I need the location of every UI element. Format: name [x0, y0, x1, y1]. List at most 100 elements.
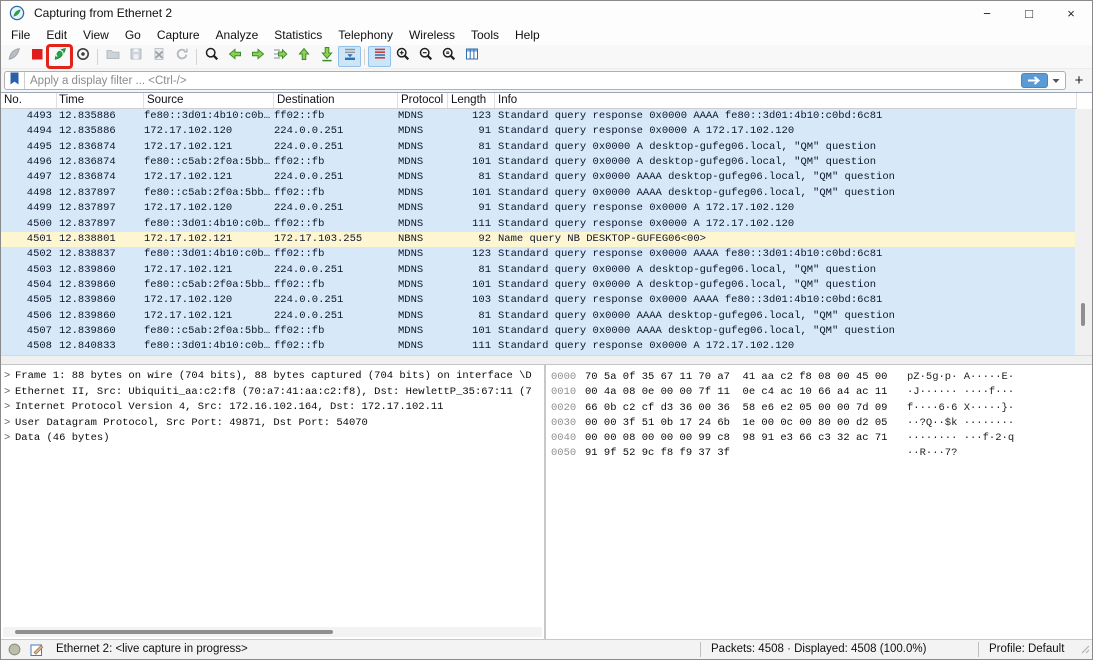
expand-arrow-icon[interactable]: > — [4, 369, 15, 385]
menu-item-go[interactable]: Go — [117, 26, 149, 44]
save-file-button[interactable] — [124, 46, 147, 67]
zoom-reset-button[interactable] — [437, 46, 460, 67]
menu-item-edit[interactable]: Edit — [38, 26, 75, 44]
capture-comment-icon[interactable] — [30, 643, 44, 660]
go-first-packet-button[interactable] — [292, 46, 315, 67]
scrollbar-thumb[interactable] — [1081, 303, 1085, 326]
packet-row[interactable]: 450612.839860172.17.102.121224.0.0.251MD… — [1, 309, 1077, 324]
cell-src: fe80::c5ab:2f0a:5bb… — [144, 324, 274, 339]
packet-row[interactable]: 450312.839860172.17.102.121224.0.0.251MD… — [1, 263, 1077, 278]
packet-row[interactable]: 450812.840833fe80::3d01:4b10:c0b…ff02::f… — [1, 339, 1077, 354]
reload-file-button[interactable] — [170, 46, 193, 67]
packet-row[interactable]: 449912.837897172.17.102.120224.0.0.251MD… — [1, 201, 1077, 216]
packet-row[interactable]: 450712.839860fe80::c5ab:2f0a:5bb…ff02::f… — [1, 324, 1077, 339]
close-button[interactable]: × — [1050, 1, 1092, 25]
packet-list-scrollbar[interactable] — [1075, 109, 1092, 355]
column-header-protocol[interactable]: Protocol — [398, 93, 448, 108]
find-packet-button[interactable] — [200, 46, 223, 67]
detail-line[interactable]: >Ethernet II, Src: Ubiquiti_aa:c2:f8 (70… — [1, 385, 544, 401]
add-filter-button[interactable]: + — [1069, 72, 1089, 89]
zoom-out-button[interactable] — [414, 46, 437, 67]
go-to-packet-button[interactable] — [269, 46, 292, 67]
stop-capture-button[interactable] — [25, 46, 48, 67]
packet-row[interactable]: 450212.838837fe80::3d01:4b10:c0b…ff02::f… — [1, 247, 1077, 262]
packet-row[interactable]: 449712.836874172.17.102.121224.0.0.251MD… — [1, 170, 1077, 185]
expand-arrow-icon[interactable]: > — [4, 416, 15, 432]
packet-row[interactable]: 449412.835886172.17.102.120224.0.0.251MD… — [1, 124, 1077, 139]
resize-columns-button[interactable] — [460, 46, 483, 67]
packet-row[interactable]: 449812.837897fe80::c5ab:2f0a:5bb…ff02::f… — [1, 186, 1077, 201]
expand-arrow-icon[interactable]: > — [4, 400, 15, 416]
detail-line[interactable]: >Frame 1: 88 bytes on wire (704 bits), 8… — [1, 369, 544, 385]
zoom-in-button[interactable] — [391, 46, 414, 67]
menu-item-view[interactable]: View — [75, 26, 117, 44]
cell-proto: MDNS — [398, 309, 448, 324]
expand-arrow-icon[interactable]: > — [4, 431, 15, 447]
hex-ascii: ··R···7? — [907, 447, 957, 459]
menu-item-file[interactable]: File — [3, 26, 38, 44]
menu-item-tools[interactable]: Tools — [463, 26, 507, 44]
menu-item-wireless[interactable]: Wireless — [401, 26, 463, 44]
packet-row[interactable]: 449612.836874fe80::c5ab:2f0a:5bb…ff02::f… — [1, 155, 1077, 170]
display-filter-input[interactable]: Apply a display filter ... <Ctrl-/> — [4, 71, 1066, 90]
column-header-destination[interactable]: Destination — [274, 93, 398, 108]
restart-capture-button[interactable] — [48, 46, 71, 67]
cell-len: 81 — [448, 309, 495, 324]
filter-bookmark-button[interactable] — [5, 72, 25, 89]
menu-item-analyze[interactable]: Analyze — [208, 26, 267, 44]
close-file-button[interactable] — [147, 46, 170, 67]
hex-row[interactable]: 000070 5a 0f 35 67 11 70 a7 41 aa c2 f8 … — [546, 370, 1092, 385]
go-back-button[interactable] — [223, 46, 246, 67]
packet-row[interactable]: 450512.839860172.17.102.120224.0.0.251MD… — [1, 293, 1077, 308]
apply-filter-button[interactable] — [1021, 73, 1048, 88]
menu-item-statistics[interactable]: Statistics — [266, 26, 330, 44]
column-header-no[interactable]: No. — [1, 93, 57, 108]
cell-no: 4499 — [1, 201, 57, 216]
detail-line[interactable]: >User Datagram Protocol, Src Port: 49871… — [1, 416, 544, 432]
open-file-button[interactable] — [101, 46, 124, 67]
filter-dropdown-button[interactable] — [1052, 78, 1060, 84]
packet-row[interactable]: 449512.836874172.17.102.121224.0.0.251MD… — [1, 140, 1077, 155]
hex-row[interactable]: 002066 0b c2 cf d3 36 00 36 58 e6 e2 05 … — [546, 401, 1092, 416]
cell-src: 172.17.102.121 — [144, 232, 274, 247]
hex-row[interactable]: 005091 9f 52 9c f8 f9 37 3f··R···7? — [546, 446, 1092, 461]
details-scrollbar[interactable] — [3, 627, 542, 637]
column-header-source[interactable]: Source — [144, 93, 274, 108]
expert-info-icon[interactable] — [8, 643, 21, 659]
statusbar-separator — [978, 642, 979, 657]
minimize-button[interactable]: − — [966, 1, 1008, 25]
expand-arrow-icon[interactable]: > — [4, 385, 15, 401]
column-header-time[interactable]: Time — [57, 93, 144, 108]
capture-options-button[interactable] — [71, 46, 94, 67]
cell-proto: MDNS — [398, 201, 448, 216]
packet-row[interactable]: 450112.838801172.17.102.121172.17.103.25… — [1, 232, 1077, 247]
go-last-packet-button[interactable] — [315, 46, 338, 67]
auto-scroll-toggle[interactable] — [338, 46, 361, 67]
toolbar-separator — [196, 49, 197, 65]
resize-grip[interactable] — [1081, 645, 1090, 657]
column-header-length[interactable]: Length — [448, 93, 495, 108]
go-forward-button[interactable] — [246, 46, 269, 67]
hex-row[interactable]: 001000 4a 08 0e 00 00 7f 11 0e c4 ac 10 … — [546, 385, 1092, 400]
hex-row[interactable]: 004000 00 08 00 00 00 99 c8 98 91 e3 66 … — [546, 431, 1092, 446]
menu-item-capture[interactable]: Capture — [149, 26, 208, 44]
profile-text[interactable]: Profile: Default — [989, 643, 1064, 655]
title-bar[interactable]: Capturing from Ethernet 2 − □ × — [1, 1, 1092, 25]
menu-item-help[interactable]: Help — [507, 26, 548, 44]
auto-scroll-icon — [342, 46, 358, 67]
hex-row[interactable]: 003000 00 3f 51 0b 17 24 6b 1e 00 0c 00 … — [546, 416, 1092, 431]
packet-row[interactable]: 449312.835886fe80::3d01:4b10:c0b…ff02::f… — [1, 109, 1077, 124]
menu-bar: FileEditViewGoCaptureAnalyzeStatisticsTe… — [1, 25, 1092, 45]
detail-line[interactable]: >Data (46 bytes) — [1, 431, 544, 447]
detail-line[interactable]: >Internet Protocol Version 4, Src: 172.1… — [1, 400, 544, 416]
menu-item-telephony[interactable]: Telephony — [330, 26, 401, 44]
packet-row[interactable]: 450012.837897fe80::3d01:4b10:c0b…ff02::f… — [1, 217, 1077, 232]
pane-splitter[interactable] — [1, 355, 1092, 365]
colorize-toggle[interactable] — [368, 46, 391, 67]
start-capture-button[interactable] — [2, 46, 25, 67]
cell-info: Name query NB DESKTOP-GUFEG06<00> — [495, 232, 1077, 247]
column-header-info[interactable]: Info — [495, 93, 1077, 108]
scrollbar-thumb[interactable] — [15, 630, 333, 634]
packet-row[interactable]: 450412.839860fe80::c5ab:2f0a:5bb…ff02::f… — [1, 278, 1077, 293]
maximize-button[interactable]: □ — [1008, 1, 1050, 25]
